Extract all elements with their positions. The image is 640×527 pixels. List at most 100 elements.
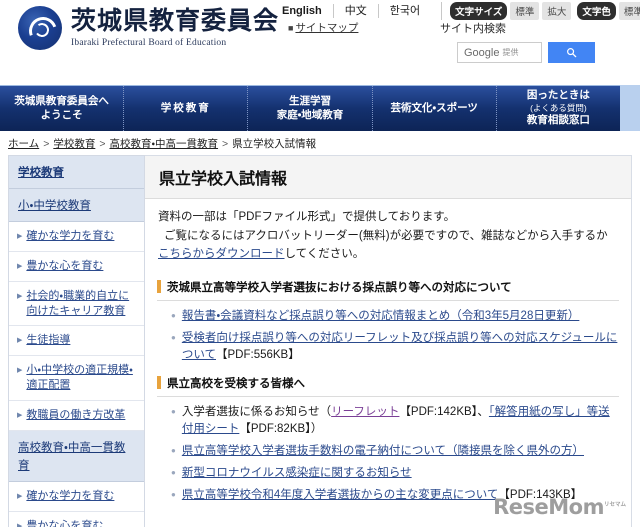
section-title: 県立高校を受検する皆様へ xyxy=(167,375,305,391)
nav-item-lifelong-learning-line2: 家庭・地域教育 xyxy=(277,109,344,123)
sidebar-item-label[interactable]: 豊かな心を育む xyxy=(26,519,103,527)
sidebar-item-student-guidance[interactable]: ▶ 生徒指導 xyxy=(9,326,144,356)
sidebar-item-academic-ability-1[interactable]: ▶ 確かな学力を育む xyxy=(9,222,144,252)
chevron-right-icon: ▶ xyxy=(17,520,22,527)
site-search-label: サイト内検索 xyxy=(440,20,506,36)
watermark-text: ReseMom xyxy=(493,495,604,519)
nav-item-lifelong-learning[interactable]: 生涯学習 家庭・地域教育 xyxy=(247,86,371,131)
font-size-large[interactable]: 拡大 xyxy=(542,2,571,20)
list-item-content: 入学者選抜に係るお知らせ（リーフレット【PDF:142KB】、「解答用紙の写し」… xyxy=(182,404,619,438)
nav-item-welcome[interactable]: 茨城県教育委員会へ ようこそ xyxy=(0,86,123,131)
sidebar-group-header-elementary-label[interactable]: 小・中学校教育 xyxy=(18,200,91,212)
bullet-icon: ● xyxy=(171,465,176,481)
page-title: 県立学校入試情報 xyxy=(145,156,631,199)
sidebar-item-label[interactable]: 教職員の働き方改革 xyxy=(26,408,125,423)
search-button[interactable] xyxy=(548,42,595,63)
nav-item-school-education-label: 学校教育 xyxy=(161,102,211,116)
nav-item-consultation-line1: 困ったときは xyxy=(527,89,590,103)
breadcrumb-school-education[interactable]: 学校教育 xyxy=(53,136,95,151)
sidebar-item-academic-ability-2[interactable]: ▶ 確かな学力を育む xyxy=(9,482,144,512)
breadcrumb-highschool-education[interactable]: 高校教育・中高一貫教育 xyxy=(109,136,218,151)
link-electronic-payment[interactable]: 県立高等学校入学者選抜手数料の電子納付について（隣接県を除く県外の方） xyxy=(182,445,584,457)
acrobat-download-link[interactable]: こちらからダウンロード xyxy=(158,248,285,260)
font-color-standard[interactable]: 標準 xyxy=(619,2,640,20)
font-size-control: 文字サイズ 標準 拡大 xyxy=(441,2,571,20)
list-item: ● 新型コロナウイルス感染症に関するお知らせ xyxy=(171,465,619,482)
section-title: 茨城県立高等学校入学者選抜における採点誤り等への対応について xyxy=(167,279,512,295)
page-root: 茨城県教育委員会 Ibaraki Prefectural Board of Ed… xyxy=(0,0,640,527)
global-navigation-inner: 茨城県教育委員会へ ようこそ 学校教育 生涯学習 家庭・地域教育 芸術文化・スポ… xyxy=(0,85,620,131)
nav-item-welcome-line1: 茨城県教育委員会へ xyxy=(14,95,109,109)
font-color-label: 文字色 xyxy=(577,2,616,20)
link-report-summary[interactable]: 報告書・会議資料など採点誤り等への対応情報まとめ（令和3年5月28日更新） xyxy=(182,310,580,322)
ibaraki-swirl-logo-icon xyxy=(18,6,62,50)
nav-item-consultation-sub: (よくある質問) xyxy=(530,103,587,114)
sidebar-group-header-highschool-label[interactable]: 高校教育・中高一貫教育 xyxy=(18,442,125,472)
bullet-icon: ● xyxy=(171,308,176,324)
sidebar-item-teacher-work-reform[interactable]: ▶ 教職員の働き方改革 xyxy=(9,401,144,431)
search-icon xyxy=(566,47,577,58)
lang-chinese[interactable]: 中文 xyxy=(333,4,378,18)
sidebar-item-rich-heart-1[interactable]: ▶ 豊かな心を育む xyxy=(9,252,144,282)
list-item-content: 新型コロナウイルス感染症に関するお知らせ xyxy=(182,465,412,482)
lang-english[interactable]: English xyxy=(278,4,333,18)
breadcrumb: ホーム > 学校教育 > 高校教育・中高一貫教育 > 県立学校入試情報 xyxy=(8,136,316,151)
breadcrumb-separator-2: > xyxy=(99,138,105,150)
logo-title-en: Ibaraki Prefectural Board of Education xyxy=(71,38,279,48)
sidebar-item-label[interactable]: 社会的・職業的自立に向けたキャリア教育 xyxy=(26,289,137,318)
breadcrumb-home[interactable]: ホーム xyxy=(8,136,39,151)
sitemap-label[interactable]: サイトマップ xyxy=(295,20,358,35)
sidebar-item-label[interactable]: 生徒指導 xyxy=(26,333,70,348)
resemom-watermark: ReseMomリセマム xyxy=(493,495,626,519)
sidebar-item-label[interactable]: 確かな学力を育む xyxy=(26,489,114,504)
search-input[interactable]: Google 提供 xyxy=(457,42,542,63)
logo-text-block: 茨城県教育委員会 Ibaraki Prefectural Board of Ed… xyxy=(71,8,279,47)
section-scoring-error: 茨城県立高等学校入学者選抜における採点誤り等への対応について ● 報告書・会議資… xyxy=(157,279,619,364)
list-item-content: 受検者向け採点誤り等への対応リーフレット及び採点誤り等への対応スケジュールについ… xyxy=(182,330,619,364)
chevron-right-icon: ▶ xyxy=(17,260,22,274)
chevron-right-icon: ▶ xyxy=(17,290,22,304)
sidebar-group-header-elementary[interactable]: 小・中学校教育 xyxy=(9,189,144,222)
sidebar-item-label[interactable]: 確かな学力を育む xyxy=(26,229,114,244)
link-reiwa4-changes[interactable]: 県立高等学校令和4年度入学者選抜からの主な変更点について xyxy=(182,489,499,501)
intro-line-1: 資料の一部は「PDFファイル形式」で提供しております。 xyxy=(158,208,618,227)
global-navigation: 茨城県教育委員会へ ようこそ 学校教育 生涯学習 家庭・地域教育 芸術文化・スポ… xyxy=(0,85,640,131)
sidebar-heading-label[interactable]: 学校教育 xyxy=(18,167,64,179)
breadcrumb-current: 県立学校入試情報 xyxy=(232,136,316,151)
nav-item-arts-sports[interactable]: 芸術文化・スポーツ xyxy=(372,86,496,131)
notice-prefix: 入学者選抜に係るお知らせ（ xyxy=(182,406,331,418)
bullet-icon: ● xyxy=(171,487,176,503)
chevron-right-icon: ▶ xyxy=(17,334,22,348)
search-provider-note: 提供 xyxy=(502,47,518,58)
utility-bar: English 中文 한국어 文字サイズ 標準 拡大 文字色 標準 1 2 xyxy=(278,2,640,20)
section-for-applicants: 県立高校を受検する皆様へ ● 入学者選抜に係るお知らせ（リーフレット【PDF:1… xyxy=(157,375,619,504)
sidebar-item-label[interactable]: 豊かな心を育む xyxy=(26,259,103,274)
sidebar: 学校教育 小・中学校教育 ▶ 確かな学力を育む ▶ 豊かな心を育む ▶ 社会的・… xyxy=(8,155,145,527)
section-link-list: ● 報告書・会議資料など採点誤り等への対応情報まとめ（令和3年5月28日更新） … xyxy=(157,301,619,364)
link-leaflet[interactable]: リーフレット xyxy=(331,406,399,418)
nav-item-consultation[interactable]: 困ったときは (よくある質問) 教育相談窓口 xyxy=(496,86,620,131)
sidebar-group-header-highschool[interactable]: 高校教育・中高一貫教育 xyxy=(9,431,144,482)
sidebar-heading[interactable]: 学校教育 xyxy=(9,156,144,189)
bullet-icon: ● xyxy=(171,404,176,420)
link-covid19-notice[interactable]: 新型コロナウイルス感染症に関するお知らせ xyxy=(182,467,412,479)
font-size-standard[interactable]: 標準 xyxy=(510,2,539,20)
pdf-size-label: 【PDF:556KB】 xyxy=(216,349,300,361)
sidebar-item-rich-heart-2[interactable]: ▶ 豊かな心を育む xyxy=(9,512,144,527)
search-placeholder: Google xyxy=(464,47,499,59)
sitemap-link[interactable]: ■ サイトマップ xyxy=(288,20,358,35)
site-logo[interactable]: 茨城県教育委員会 Ibaraki Prefectural Board of Ed… xyxy=(18,6,279,50)
logo-title-jp: 茨城県教育委員会 xyxy=(71,8,279,34)
nav-item-school-education[interactable]: 学校教育 xyxy=(123,86,247,131)
lang-korean[interactable]: 한국어 xyxy=(378,4,431,18)
accessibility-person-icon: ■ xyxy=(288,23,293,33)
chevron-right-icon: ▶ xyxy=(17,364,22,378)
watermark-ruby: リセマム xyxy=(604,502,626,508)
sidebar-item-label[interactable]: 小・中学校の適正規模・適正配置 xyxy=(26,363,137,392)
sidebar-item-career-education[interactable]: ▶ 社会的・職業的自立に向けたキャリア教育 xyxy=(9,282,144,326)
intro-line-2-before: ご覧になるにはアクロバットリーダー(無料)が必要ですので、雑誌などから入手するか xyxy=(164,230,608,242)
intro-line-2-after: してください。 xyxy=(285,248,365,260)
breadcrumb-separator-3: > xyxy=(222,138,228,150)
list-item-content: 報告書・会議資料など採点誤り等への対応情報まとめ（令和3年5月28日更新） xyxy=(182,308,580,325)
sidebar-item-school-sizing[interactable]: ▶ 小・中学校の適正規模・適正配置 xyxy=(9,356,144,400)
